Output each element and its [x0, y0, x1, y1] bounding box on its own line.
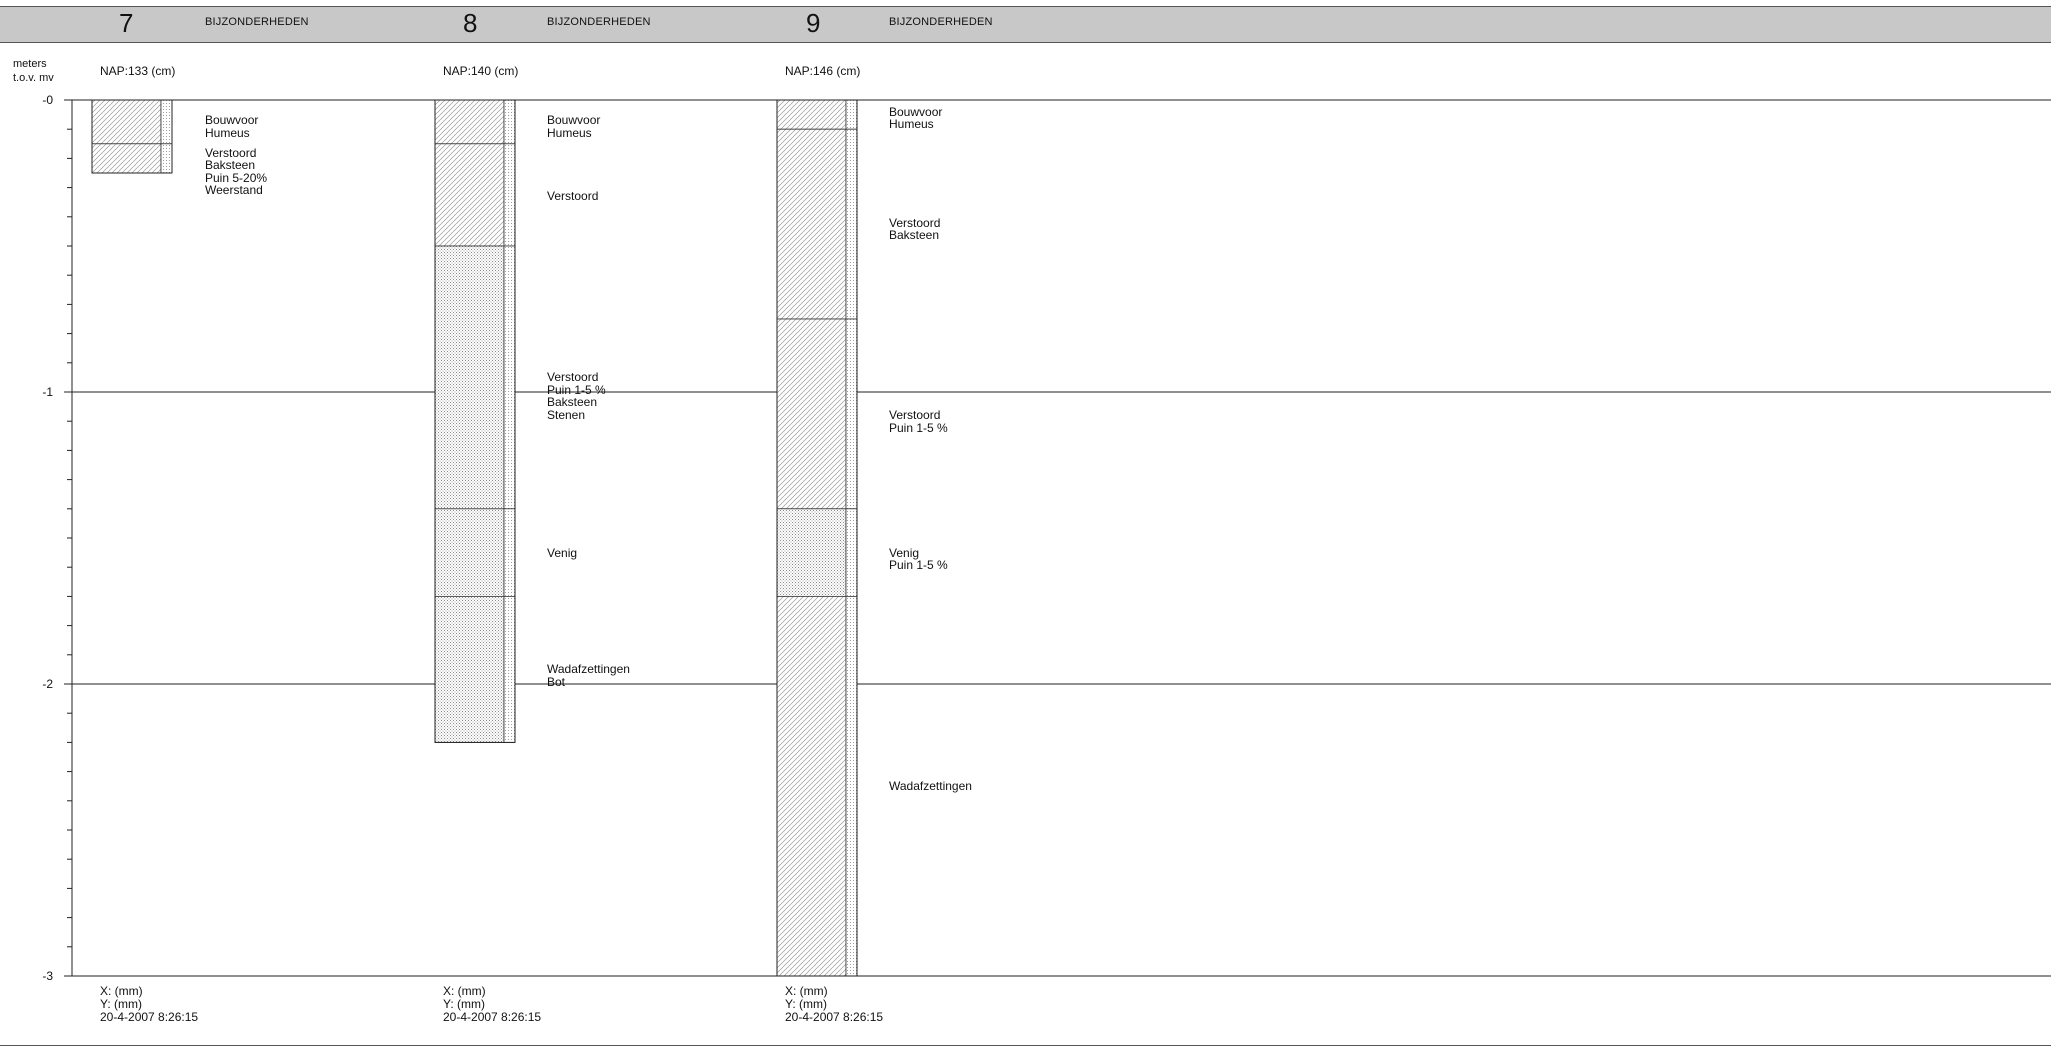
depth-tick-label: -2: [42, 677, 53, 691]
layer-description: Venig Puin 1-5 %: [889, 547, 948, 572]
footer-date: 20-4-2007 8:26:15: [785, 1010, 884, 1024]
boring-additive-strip: [845, 99, 858, 130]
footer-date: 20-4-2007 8:26:15: [100, 1010, 199, 1024]
boring-layer: [776, 128, 847, 320]
depth-grid: [64, 99, 2051, 977]
layer-description-line: Venig: [547, 545, 578, 560]
axis-unit-line2: t.o.v. mv: [13, 72, 54, 84]
layer-description: Wadafzettingen Bot: [547, 663, 630, 688]
depth-tick-label: -1: [42, 385, 53, 399]
boring-section-title: BIJZONDERHEDEN: [205, 16, 309, 28]
nap-label: NAP:146 (cm): [785, 64, 861, 78]
boring-additive-strip: [503, 99, 516, 145]
boring-additive-strip: [845, 318, 858, 510]
layer-description: Venig: [547, 547, 577, 560]
boring-additive-strip: [160, 143, 173, 174]
boring-number: 7: [119, 8, 134, 38]
boring-section-title: BIJZONDERHEDEN: [547, 16, 651, 28]
boring-additive-strip: [503, 245, 516, 510]
boring-layer: [434, 508, 505, 597]
layer-description-line: Puin 1-5 %: [889, 558, 948, 573]
layer-description: Bouwvoor Humeus: [205, 114, 258, 139]
boring-layer: [776, 318, 847, 510]
layer-description: Wadafzettingen: [889, 780, 972, 793]
footer-x: X: (mm): [443, 984, 486, 998]
boring-additive-strip: [503, 508, 516, 597]
boring-layer: [434, 245, 505, 510]
boring-additive-strip: [503, 143, 516, 247]
layer-description: Verstoord Puin 1-5 % Baksteen Stenen: [547, 371, 606, 421]
depth-tick-label: -3: [42, 969, 53, 983]
boring-layer: [91, 143, 162, 174]
layer-description-line: Stenen: [547, 407, 586, 422]
boring-additive-strip: [845, 508, 858, 597]
footer-y: Y: (mm): [443, 997, 485, 1011]
nap-label: NAP:133 (cm): [100, 64, 176, 78]
layer-description-line: Baksteen: [205, 158, 256, 173]
layer-description: Bouwvoor Humeus: [547, 114, 600, 139]
layer-description-line: Wadafzettingen: [889, 779, 972, 794]
boring-number: 9: [806, 8, 821, 38]
boring-layer: [776, 596, 847, 977]
layer-description-line: Verstoord: [547, 189, 599, 204]
footer-x: X: (mm): [100, 984, 143, 998]
boring-number: 8: [463, 8, 478, 38]
footer-y: Y: (mm): [785, 997, 827, 1011]
boring-profile-diagram: [64, 99, 2051, 977]
boring-section-title: BIJZONDERHEDEN: [889, 16, 993, 28]
boring-layer: [434, 596, 505, 743]
nap-label: NAP:140 (cm): [443, 64, 519, 78]
layer-description: Verstoord Baksteen Puin 5-20% Weerstand: [205, 147, 267, 197]
layer-description-line: Weerstand: [205, 183, 263, 198]
boring-layer: [434, 143, 505, 247]
layer-description-line: Humeus: [889, 117, 934, 132]
boring-layer: [776, 99, 847, 130]
layer-description-line: Humeus: [547, 125, 592, 140]
boring-additive-strip: [160, 99, 173, 145]
layer-description-line: Baksteen: [889, 228, 940, 243]
boring-additive-strip: [503, 596, 516, 743]
layer-description-line: Humeus: [205, 125, 250, 140]
boring-additive-strip: [845, 596, 858, 977]
boring-layer: [776, 508, 847, 597]
boring-columns: [91, 99, 858, 977]
footer-date: 20-4-2007 8:26:15: [443, 1010, 542, 1024]
boring-additive-strip: [845, 128, 858, 320]
depth-tick-label: -0: [42, 93, 53, 107]
layer-description: Verstoord Baksteen: [889, 217, 940, 242]
boring-layer: [434, 99, 505, 145]
layer-description: Verstoord Puin 1-5 %: [889, 409, 948, 434]
footer-y: Y: (mm): [100, 997, 142, 1011]
axis-unit-line1: meters: [13, 58, 47, 70]
layer-description-line: Bot: [547, 674, 566, 689]
layer-description: Bouwvoor Humeus: [889, 106, 942, 131]
layer-description-line: Verstoord: [889, 408, 941, 423]
layer-description-line: Puin 1-5 %: [889, 420, 948, 435]
footer-x: X: (mm): [785, 984, 828, 998]
layer-description: Verstoord: [547, 190, 598, 203]
boring-layer: [91, 99, 162, 145]
